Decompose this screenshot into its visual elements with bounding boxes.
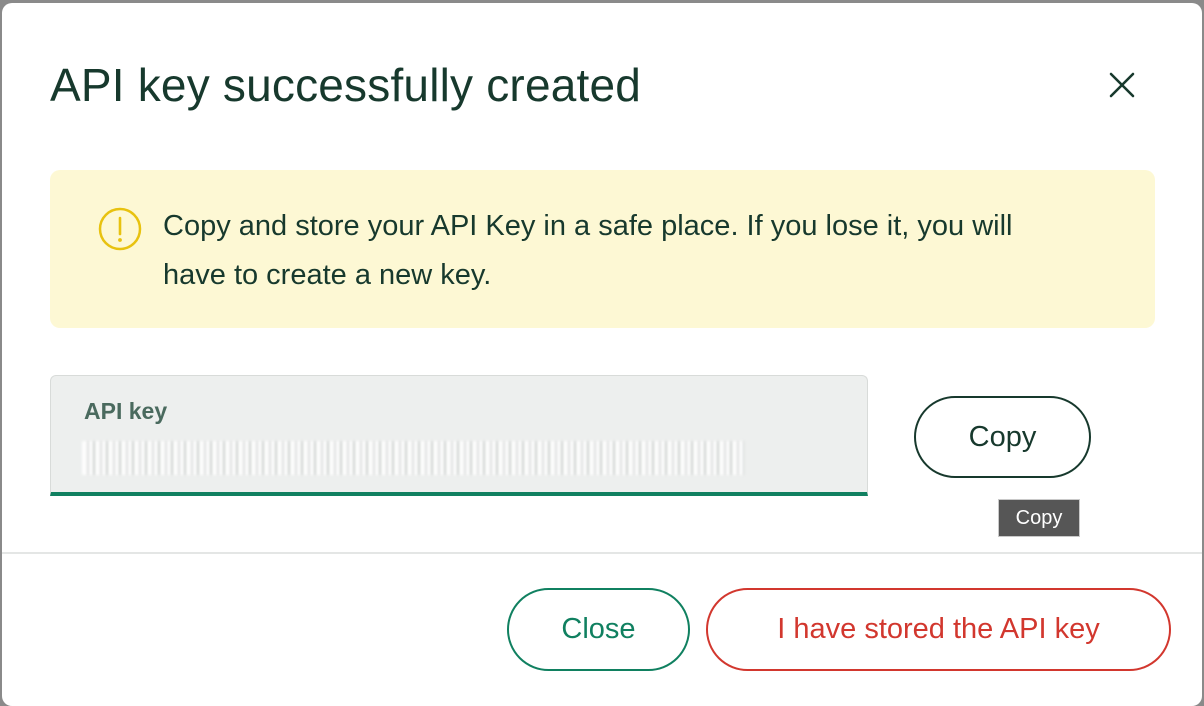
api-key-field[interactable]	[50, 375, 868, 496]
warning-circle-icon	[98, 207, 142, 251]
close-icon	[1109, 72, 1135, 98]
close-button[interactable]: Close	[507, 588, 690, 671]
footer-divider	[2, 552, 1202, 554]
warning-message: Copy and store your API Key in a safe pl…	[163, 210, 1013, 291]
api-key-created-dialog: API key successfully created Copy and st…	[2, 3, 1202, 706]
api-key-value-redacted[interactable]: ••••••••••••••••••••••••••••••••••••••••…	[82, 441, 744, 475]
copy-tooltip: Copy	[998, 499, 1080, 537]
api-key-label: API key	[84, 398, 168, 424]
close-icon-button[interactable]	[1102, 65, 1142, 105]
copy-button[interactable]: Copy	[914, 396, 1091, 478]
confirm-stored-button[interactable]: I have stored the API key	[706, 588, 1171, 671]
dialog-title: API key successfully created	[50, 59, 642, 111]
